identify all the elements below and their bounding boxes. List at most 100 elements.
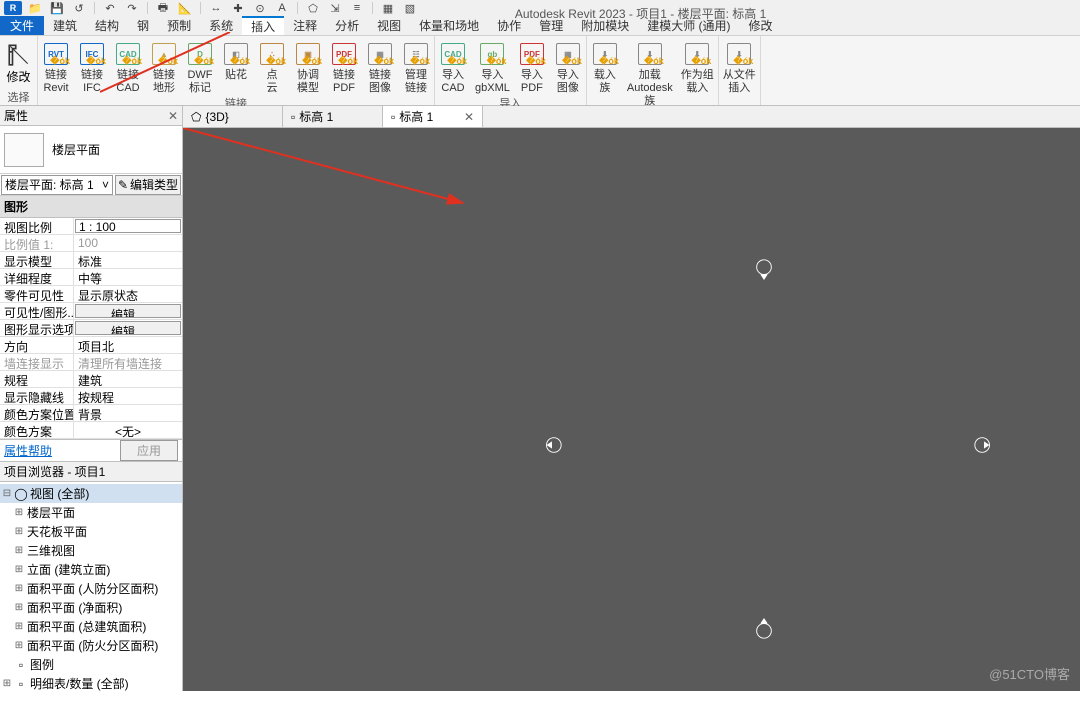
qat-align-icon[interactable]: ✚	[229, 1, 247, 15]
import-image[interactable]: ▦�ók导入 图像	[550, 38, 586, 95]
load-autodesk-family[interactable]: ⬇�ók加载 Autodesk 族	[623, 38, 677, 108]
menu-注释[interactable]: 注释	[284, 16, 326, 35]
menu-建筑[interactable]: 建筑	[44, 16, 86, 35]
close-icon[interactable]: ✕	[464, 110, 474, 124]
qat-tag-icon[interactable]: ⊙	[251, 1, 269, 15]
sheet-icon: ▫	[15, 659, 27, 671]
prop-row: 视图比例1 : 100	[0, 218, 182, 235]
link-ifc-icon: IFC�ók	[78, 40, 106, 68]
expander-icon[interactable]: ⊟	[2, 488, 12, 499]
prop-value[interactable]: 建筑	[74, 371, 182, 387]
view-tab-标高 1[interactable]: ▫标高 1	[283, 106, 383, 127]
menu-钢[interactable]: 钢	[128, 16, 158, 35]
link-image[interactable]: ▦�ók链接 图像	[362, 38, 398, 95]
elevation-marker-south[interactable]	[753, 618, 775, 640]
qat-3d-icon[interactable]: ⬠	[304, 1, 322, 15]
expander-icon[interactable]: ⊞	[14, 621, 24, 632]
prop-value[interactable]: 背景	[74, 405, 182, 421]
link-revit[interactable]: RVT�ók链接 Revit	[38, 38, 74, 95]
prop-value[interactable]: 1 : 100	[75, 219, 181, 233]
tree-item[interactable]: ⊞面积平面 (净面积)	[0, 598, 182, 617]
elevation-marker-north[interactable]	[753, 258, 775, 280]
menu-体量和场地[interactable]: 体量和场地	[410, 16, 488, 35]
expander-icon[interactable]: ⊞	[14, 507, 24, 518]
instance-dropdown[interactable]: 楼层平面: 标高 1 ˅	[1, 175, 113, 195]
dwf-markup[interactable]: D�ókDWF 标记	[182, 38, 218, 95]
qat-undo-icon[interactable]: ↶	[101, 1, 119, 15]
qat-redo-icon[interactable]: ↷	[123, 1, 141, 15]
tab-icon: ▫	[291, 110, 295, 124]
edit-type-button[interactable]: ✎ 编辑类型	[115, 175, 181, 195]
link-cad[interactable]: CAD�ók链接 CAD	[110, 38, 146, 95]
elevation-marker-west[interactable]	[541, 434, 563, 456]
close-icon[interactable]: ✕	[168, 109, 178, 123]
drawing-canvas[interactable]: @51CTO博客	[183, 128, 1080, 691]
qat-save-icon[interactable]: 💾	[48, 1, 66, 15]
prop-value[interactable]: 显示原状态	[74, 286, 182, 302]
menu-结构[interactable]: 结构	[86, 16, 128, 35]
import-image-icon: ▦�ók	[554, 40, 582, 68]
qat-measure-icon[interactable]: 📐	[176, 1, 194, 15]
tree-item[interactable]: ⊟◯视图 (全部)	[0, 484, 182, 503]
manage-links[interactable]: ☷�ók管理 链接	[398, 38, 434, 95]
prop-value[interactable]: 项目北	[74, 337, 182, 353]
insert-from-file[interactable]: ⬇�ók从文件 插入	[719, 38, 760, 95]
tree-item[interactable]: ⊞立面 (建筑立面)	[0, 560, 182, 579]
prop-value[interactable]: 中等	[74, 269, 182, 285]
expander-icon[interactable]: ⊞	[14, 545, 24, 556]
prop-value[interactable]: 按规程	[74, 388, 182, 404]
qat-open-icon[interactable]: 📁	[26, 1, 44, 15]
qat-section-icon[interactable]: ⇲	[326, 1, 344, 15]
prop-value[interactable]: 编辑...	[75, 321, 181, 335]
file-menu[interactable]: 文件	[0, 16, 44, 35]
view-tab-{3D}[interactable]: ⬠{3D}	[183, 106, 283, 127]
elevation-marker-east[interactable]	[973, 434, 995, 456]
decal[interactable]: ◧�ók贴花	[218, 38, 254, 95]
link-pdf[interactable]: PDF�ók链接 PDF	[326, 38, 362, 95]
expander-icon[interactable]: ⊞	[14, 526, 24, 537]
expander-icon[interactable]: ⊞	[14, 640, 24, 651]
prop-value[interactable]: 编辑...	[75, 304, 181, 318]
menu-插入[interactable]: 插入	[242, 16, 284, 35]
apply-button[interactable]: 应用	[120, 440, 178, 461]
properties-help-link[interactable]: 属性帮助	[4, 442, 52, 459]
tree-item[interactable]: ⊞面积平面 (人防分区面积)	[0, 579, 182, 598]
view-tab-标高 1[interactable]: ▫标高 1✕	[383, 106, 483, 127]
load-family[interactable]: ⬇�ók载入 族	[587, 38, 623, 108]
qat-sync-icon[interactable]: ↺	[70, 1, 88, 15]
modify-button[interactable]: 修改	[4, 38, 34, 89]
qat-print-icon[interactable]: 🖶	[154, 1, 172, 15]
expander-icon[interactable]: ⊞	[14, 564, 24, 575]
load-as-group[interactable]: ⬇�ók作为组 载入	[677, 38, 718, 108]
tree-item[interactable]: ⊞面积平面 (防火分区面积)	[0, 636, 182, 655]
menu-视图[interactable]: 视图	[368, 16, 410, 35]
qat-close-icon[interactable]: ▦	[379, 1, 397, 15]
menu-系统[interactable]: 系统	[200, 16, 242, 35]
link-ifc[interactable]: IFC�ók链接 IFC	[74, 38, 110, 95]
prop-value[interactable]: 标准	[74, 252, 182, 268]
menu-分析[interactable]: 分析	[326, 16, 368, 35]
import-cad[interactable]: CAD�ók导入 CAD	[435, 38, 471, 95]
tree-item[interactable]: ⊞▫明细表/数量 (全部)	[0, 674, 182, 691]
tree-item[interactable]: ⊞面积平面 (总建筑面积)	[0, 617, 182, 636]
tree-item[interactable]: ⊞三维视图	[0, 541, 182, 560]
prop-group-graphics[interactable]: 图形	[0, 196, 182, 218]
point-cloud[interactable]: ∴�ók点 云	[254, 38, 290, 95]
import-gbxml[interactable]: gb�ók导入 gbXML	[471, 38, 514, 95]
tree-item[interactable]: ⊞天花板平面	[0, 522, 182, 541]
import-pdf[interactable]: PDF�ók导入 PDF	[514, 38, 550, 95]
menu-预制[interactable]: 预制	[158, 16, 200, 35]
expander-icon[interactable]: ⊞	[14, 583, 24, 594]
qat-dim-icon[interactable]: ↔	[207, 1, 225, 15]
expander-icon[interactable]: ⊞	[2, 678, 12, 689]
link-topo[interactable]: ▲�ók链接 地形	[146, 38, 182, 95]
qat-thin-icon[interactable]: ≡	[348, 1, 366, 15]
coord-model[interactable]: ▣�ók协调 模型	[290, 38, 326, 95]
tree-item[interactable]: ▫图例	[0, 655, 182, 674]
tree-item[interactable]: ⊞楼层平面	[0, 503, 182, 522]
type-preview[interactable]: 楼层平面	[0, 126, 182, 174]
prop-value[interactable]: <无>	[74, 422, 182, 438]
expander-icon[interactable]: ⊞	[14, 602, 24, 613]
qat-switch-icon[interactable]: ▧	[401, 1, 419, 15]
qat-text-icon[interactable]: A	[273, 1, 291, 15]
